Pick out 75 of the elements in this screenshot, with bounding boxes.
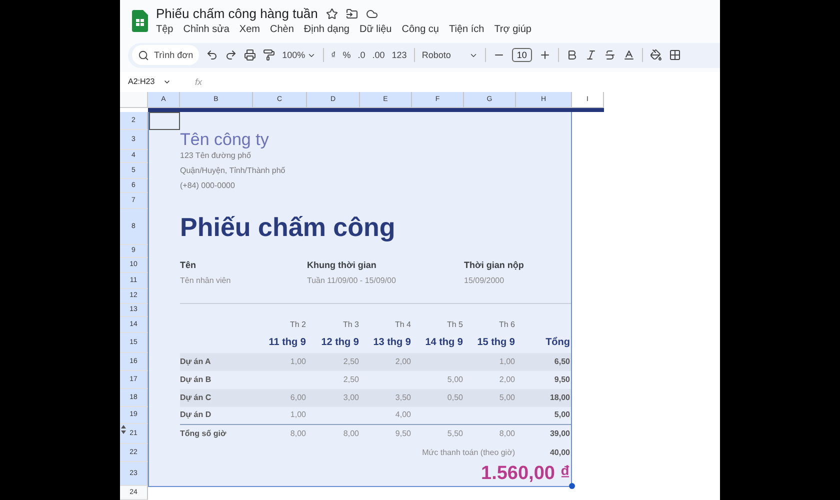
- sheet-title: Phiếu chấm công: [180, 212, 396, 242]
- daily-total: 8,00: [498, 430, 516, 438]
- hours-cell: 0,50: [446, 394, 464, 402]
- daily-total: 9,50: [394, 430, 412, 438]
- hours-cell: 3,00: [342, 394, 360, 402]
- menu-item[interactable]: Dữ liệu: [359, 24, 392, 35]
- menu-item[interactable]: Chèn: [270, 24, 294, 35]
- document-title: Phiếu chấm công hàng tuần: [156, 6, 318, 21]
- info-label: Tên: [180, 260, 196, 270]
- menu-item[interactable]: Định dạng: [304, 24, 350, 35]
- project-name: Dự án A: [180, 358, 211, 366]
- company-address: Quận/Huyện, Tỉnh/Thành phố: [180, 166, 286, 176]
- menu-item[interactable]: Tiện ích: [448, 24, 484, 35]
- info-value: Tên nhân viên: [180, 276, 231, 286]
- hours-total: 39,00: [548, 430, 571, 438]
- project-name: Dự án C: [180, 394, 212, 402]
- day-label: Th 5: [446, 320, 464, 330]
- menu-item[interactable]: Tệp: [156, 24, 174, 35]
- project-total: 9,50: [553, 376, 571, 384]
- hours-cell: 1,00: [289, 358, 307, 366]
- format-button[interactable]: ₫: [331, 50, 336, 60]
- rate-label: Mức thanh toán (theo giờ): [421, 448, 516, 458]
- total-header: Tổng: [544, 337, 571, 348]
- menu-item[interactable]: Chỉnh sửa: [183, 24, 230, 35]
- project-total: 18,00: [548, 394, 571, 402]
- font-size-field[interactable]: 10: [512, 48, 532, 62]
- date-label: 15 thg 9: [476, 337, 516, 348]
- daily-total: 5,50: [446, 430, 464, 438]
- format-button[interactable]: %: [342, 50, 351, 60]
- daily-total: 8,00: [289, 430, 307, 438]
- hours-cell: 2,00: [498, 376, 516, 384]
- day-label: Th 6: [498, 320, 516, 330]
- day-label: Th 4: [394, 320, 412, 330]
- totals-label: Tổng số giờ: [180, 430, 226, 438]
- zoom-dropdown[interactable]: 100%: [282, 50, 316, 60]
- daily-total: 8,00: [342, 430, 360, 438]
- project-total: 6,50: [553, 358, 571, 366]
- menu-item[interactable]: Trợ giúp: [494, 24, 532, 35]
- rate-value: 40,00: [548, 448, 571, 458]
- date-label: 11 thg 9: [268, 337, 307, 348]
- hours-cell: 5,00: [446, 376, 464, 384]
- project-name: Dự án D: [180, 411, 212, 420]
- menu-item[interactable]: Công cụ: [402, 24, 439, 35]
- day-label: Th 2: [288, 320, 307, 330]
- info-value: 15/09/2000: [464, 276, 504, 286]
- info-value: Tuần 11/09/00 - 15/09/00: [307, 276, 396, 286]
- hours-cell: 2,50: [342, 358, 360, 366]
- company-address: (+84) 000-0000: [180, 182, 235, 190]
- format-button[interactable]: .00: [372, 50, 385, 60]
- company-name: Tên công ty: [180, 130, 269, 150]
- project-name: Dự án B: [180, 376, 212, 384]
- hours-cell: 1,00: [289, 411, 307, 420]
- hours-cell: 1,00: [498, 358, 516, 366]
- hours-cell: 6,00: [289, 394, 307, 402]
- date-label: 12 thg 9: [320, 337, 360, 348]
- fx-label: fx: [195, 76, 202, 87]
- menu-item[interactable]: Xem: [239, 24, 260, 35]
- info-label: Thời gian nộp: [464, 260, 524, 270]
- search-menus[interactable]: Trình đơn: [132, 45, 200, 66]
- format-button[interactable]: 123: [392, 50, 407, 60]
- hours-cell: 5,00: [498, 394, 516, 402]
- font-dropdown[interactable]: Roboto: [422, 50, 478, 60]
- name-box[interactable]: A2:H23: [128, 77, 183, 86]
- date-label: 13 thg 9: [372, 337, 412, 348]
- hours-cell: 4,00: [394, 411, 412, 420]
- hours-cell: 2,00: [394, 358, 412, 366]
- hours-cell: 2,50: [342, 376, 360, 384]
- company-address: 123 Tên đường phố: [180, 152, 251, 161]
- date-label: 14 thg 9: [424, 337, 464, 348]
- project-total: 5,00: [553, 411, 571, 420]
- info-label: Khung thời gian: [307, 260, 376, 270]
- grand-total: 1.560,00 ₫: [480, 464, 571, 484]
- day-label: Th 3: [342, 320, 360, 330]
- hours-cell: 3,50: [394, 394, 412, 402]
- format-button[interactable]: .0: [358, 50, 366, 60]
